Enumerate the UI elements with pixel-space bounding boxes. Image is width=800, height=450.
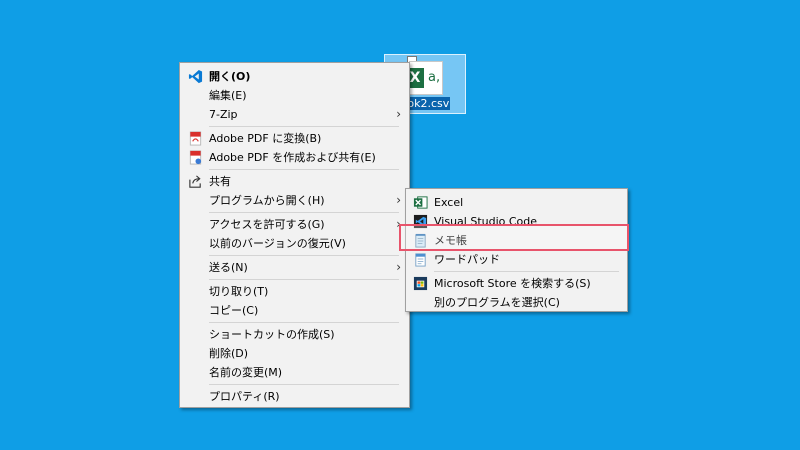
menu-item-convert-adobe-pdf[interactable]: Adobe PDF に変換(B) bbox=[180, 129, 409, 148]
excel-csv-icon: X a, bbox=[406, 61, 443, 95]
submenu-item-choose-another-app[interactable]: 別のプログラムを選択(C) bbox=[406, 293, 627, 312]
menu-separator bbox=[209, 126, 399, 127]
menu-item-delete[interactable]: 削除(D) bbox=[180, 344, 409, 363]
menu-item-open-with[interactable]: プログラムから開く(H) › bbox=[180, 191, 409, 210]
menu-item-label: 開く(O) bbox=[209, 70, 251, 83]
menu-item-label: 削除(D) bbox=[209, 347, 249, 360]
menu-separator bbox=[209, 212, 399, 213]
menu-item-open[interactable]: 開く(O) bbox=[180, 67, 409, 86]
menu-item-label: コピー(C) bbox=[209, 304, 259, 317]
submenu-item-label: ワードパッド bbox=[434, 253, 500, 266]
menu-separator bbox=[434, 271, 619, 272]
menu-item-label: 名前の変更(M) bbox=[209, 366, 283, 379]
adobe-pdf-share-icon bbox=[189, 150, 202, 165]
menu-item-label: 送る(N) bbox=[209, 261, 248, 274]
chevron-right-icon: › bbox=[396, 260, 401, 274]
menu-item-create-shortcut[interactable]: ショートカットの作成(S) bbox=[180, 325, 409, 344]
menu-item-label: 以前のバージョンの復元(V) bbox=[209, 237, 346, 250]
submenu-item-microsoft-store[interactable]: Microsoft Store を検索する(S) bbox=[406, 274, 627, 293]
submenu-item-wordpad[interactable]: ワードパッド bbox=[406, 250, 627, 269]
menu-item-label: 編集(E) bbox=[209, 89, 247, 102]
menu-separator bbox=[209, 279, 399, 280]
menu-separator bbox=[209, 169, 399, 170]
vscode-icon bbox=[188, 69, 203, 84]
excel-icon bbox=[413, 196, 428, 209]
csv-a-glyph: a, bbox=[428, 70, 441, 85]
notepad-highlight-box bbox=[399, 224, 629, 251]
menu-item-label: プロパティ(R) bbox=[209, 390, 280, 403]
submenu-item-excel[interactable]: Excel bbox=[406, 193, 627, 212]
menu-item-copy[interactable]: コピー(C) bbox=[180, 301, 409, 320]
menu-item-send-to[interactable]: 送る(N) › bbox=[180, 258, 409, 277]
menu-item-label: Adobe PDF に変換(B) bbox=[209, 132, 322, 145]
menu-item-create-share-adobe-pdf[interactable]: Adobe PDF を作成および共有(E) bbox=[180, 148, 409, 167]
share-icon bbox=[189, 175, 201, 188]
store-icon bbox=[413, 276, 428, 291]
menu-item-7zip[interactable]: 7-Zip › bbox=[180, 105, 409, 124]
adobe-pdf-icon bbox=[189, 131, 202, 146]
menu-item-label: 共有 bbox=[209, 175, 231, 188]
context-menu: 開く(O) 編集(E) 7-Zip › Adobe PDF に変換(B) Ado… bbox=[179, 62, 410, 408]
menu-item-properties[interactable]: プロパティ(R) bbox=[180, 387, 409, 406]
submenu-item-label: Excel bbox=[434, 196, 464, 209]
menu-separator bbox=[209, 384, 399, 385]
menu-item-label: アクセスを許可する(G) bbox=[209, 218, 325, 231]
submenu-item-label: Microsoft Store を検索する(S) bbox=[434, 277, 591, 290]
menu-item-label: プログラムから開く(H) bbox=[209, 194, 325, 207]
menu-item-edit[interactable]: 編集(E) bbox=[180, 86, 409, 105]
menu-item-share[interactable]: 共有 bbox=[180, 172, 409, 191]
menu-item-label: ショートカットの作成(S) bbox=[209, 328, 335, 341]
menu-item-label: 7-Zip bbox=[209, 108, 238, 121]
chevron-right-icon: › bbox=[396, 193, 401, 207]
menu-item-cut[interactable]: 切り取り(T) bbox=[180, 282, 409, 301]
chevron-right-icon: › bbox=[396, 107, 401, 121]
wordpad-icon bbox=[415, 253, 426, 267]
menu-separator bbox=[209, 255, 399, 256]
menu-item-give-access[interactable]: アクセスを許可する(G) › bbox=[180, 215, 409, 234]
menu-separator bbox=[209, 322, 399, 323]
menu-item-rename[interactable]: 名前の変更(M) bbox=[180, 363, 409, 382]
menu-item-restore-previous[interactable]: 以前のバージョンの復元(V) bbox=[180, 234, 409, 253]
menu-item-label: Adobe PDF を作成および共有(E) bbox=[209, 151, 376, 164]
menu-item-label: 切り取り(T) bbox=[209, 285, 269, 298]
submenu-item-label: 別のプログラムを選択(C) bbox=[434, 296, 560, 309]
